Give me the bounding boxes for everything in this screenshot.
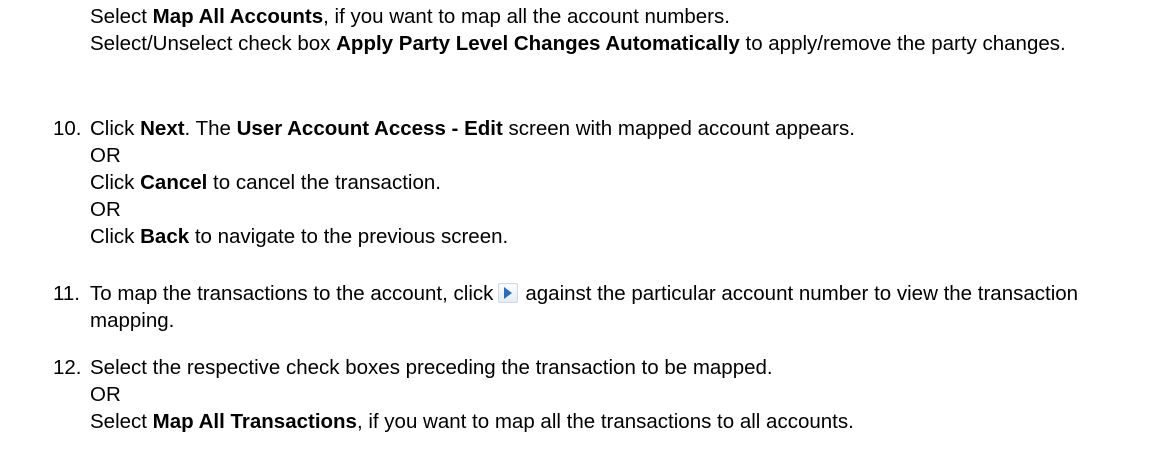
text: Click [90, 117, 141, 140]
intro-line-map-all-accounts: Select Map All Accounts, if you want to … [90, 3, 1150, 30]
step-number: 11. [53, 282, 80, 305]
bold-term: Next [140, 117, 185, 140]
bold-term: User Account Access - Edit [236, 117, 503, 140]
text: . The [184, 117, 237, 140]
or-separator: OR [90, 198, 121, 221]
step-number: 12. [53, 356, 82, 379]
bold-term: Map All Transactions [152, 410, 357, 433]
text: screen with mapped account appears. [502, 117, 855, 140]
step-10-back-line: Click Back to navigate to the previous s… [90, 223, 1143, 250]
step-10-cancel-line: Click Cancel to cancel the transaction. [90, 169, 1143, 196]
intro-line-apply-party-changes: Select/Unselect check box Apply Party Le… [90, 30, 1150, 57]
step-number: 10. [53, 117, 82, 140]
bold-term: Back [140, 225, 190, 248]
bold-term: Apply Party Level Changes Automatically [336, 32, 740, 55]
step-10: 10. Click Next. The User Account Access … [53, 115, 1143, 250]
step-11-text: To map the transactions to the account, … [90, 280, 1143, 334]
bold-term: Map All Accounts [152, 5, 324, 28]
text: to apply/remove the party changes. [739, 32, 1066, 55]
step-10-next-line: Click Next. The User Account Access - Ed… [90, 115, 1143, 142]
document-page: Select Map All Accounts, if you want to … [0, 0, 1157, 460]
expand-arrow-icon[interactable] [498, 283, 519, 303]
step-12-select-line: Select the respective check boxes preced… [90, 356, 773, 379]
bold-term: Cancel [140, 171, 208, 194]
or-separator: OR [90, 383, 121, 406]
text: Select/Unselect check box [90, 32, 337, 55]
text: Click [90, 225, 141, 248]
intro-block: Select Map All Accounts, if you want to … [90, 3, 1150, 57]
step-12: 12. Select the respective check boxes pr… [53, 354, 1143, 435]
text: to cancel the transaction. [207, 171, 441, 194]
text: , if you want to map all the transaction… [356, 410, 854, 433]
step-12-map-all-line: Select Map All Transactions, if you want… [90, 408, 1143, 435]
text: to navigate to the previous screen. [189, 225, 509, 248]
text: Select [90, 5, 153, 28]
step-11: 11. To map the transactions to the accou… [53, 280, 1143, 334]
text: To map the transactions to the account, … [90, 282, 494, 305]
or-separator: OR [90, 144, 121, 167]
text: , if you want to map all the account num… [323, 5, 730, 28]
text: Click [90, 171, 141, 194]
text: Select [90, 410, 153, 433]
